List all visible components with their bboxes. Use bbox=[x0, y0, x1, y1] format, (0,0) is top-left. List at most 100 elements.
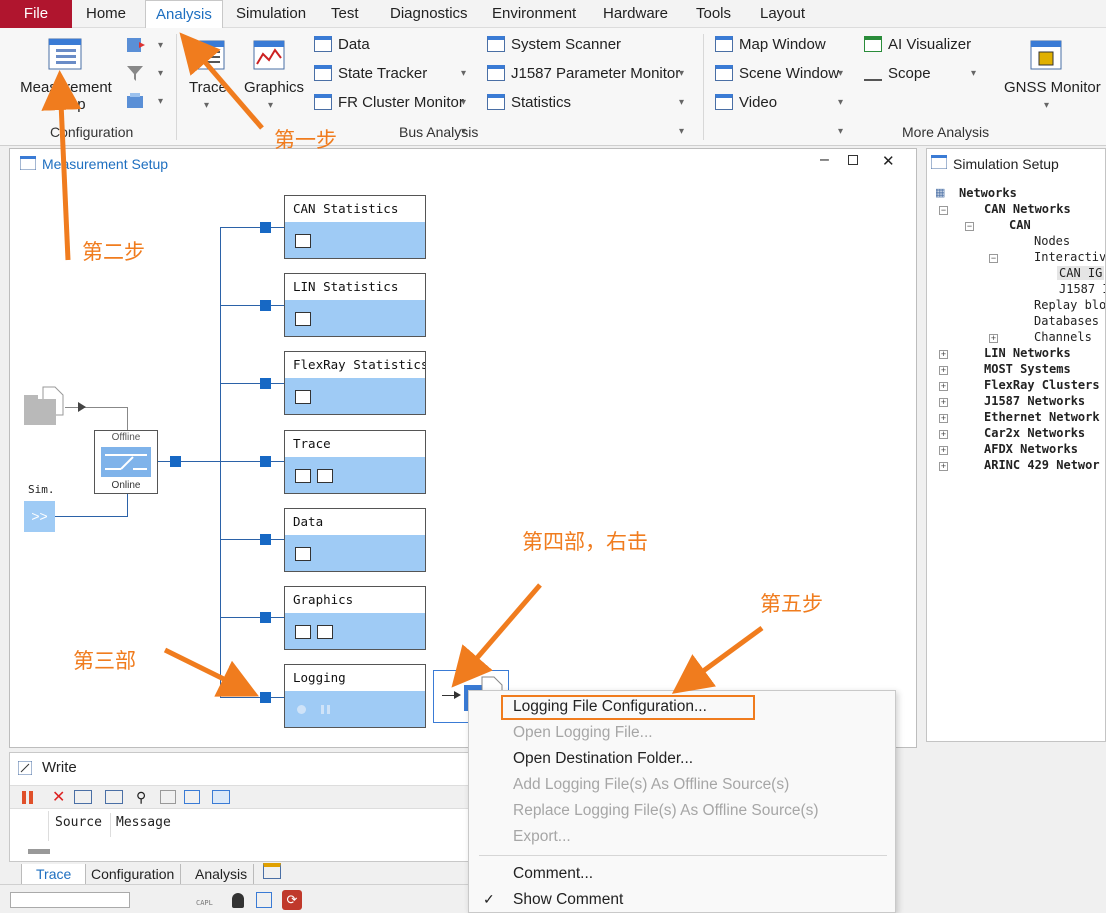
bottom-tab-analysis[interactable]: Analysis bbox=[189, 864, 255, 884]
menu-tab-diagnostics[interactable]: Diagnostics bbox=[380, 0, 478, 28]
expand-icon[interactable]: + bbox=[939, 430, 948, 439]
j1587-monitor-button[interactable]: J1587 Parameter Monitor bbox=[487, 65, 680, 82]
config-tool-1-icon[interactable]: ▾ bbox=[125, 36, 163, 58]
menu-tab-analysis[interactable]: Analysis bbox=[145, 0, 223, 29]
edit-icon[interactable] bbox=[256, 892, 272, 908]
bottom-tab-configuration[interactable]: Configuration bbox=[85, 864, 182, 884]
scrollbar-thumb[interactable] bbox=[28, 849, 50, 854]
lin-statistics-block[interactable]: LIN Statistics bbox=[284, 273, 426, 337]
tree-arinc-networks[interactable]: ARINC 429 Networ bbox=[984, 458, 1100, 472]
tree-replay[interactable]: Replay bloc bbox=[1034, 298, 1105, 312]
graphics-block[interactable]: Graphics bbox=[284, 586, 426, 650]
offline-source-icon[interactable] bbox=[23, 385, 65, 432]
expand-icon[interactable]: + bbox=[939, 462, 948, 471]
menu-tab-layout[interactable]: Layout bbox=[750, 0, 815, 28]
tree-interactive[interactable]: Interactive bbox=[1034, 250, 1105, 264]
menu-comment[interactable]: Comment... bbox=[513, 865, 593, 883]
can-statistics-node[interactable] bbox=[260, 222, 271, 233]
tree-databases[interactable]: Databases bbox=[1034, 314, 1099, 328]
filter-icon[interactable]: ▾ bbox=[125, 64, 163, 86]
graphics-button[interactable]: Graphics bbox=[244, 79, 304, 96]
fr-cluster-monitor-button[interactable]: FR Cluster Monitor bbox=[314, 94, 464, 111]
menu-tab-file[interactable]: File bbox=[0, 0, 72, 28]
system-scanner-button[interactable]: System Scanner bbox=[487, 36, 621, 53]
expand-icon[interactable]: + bbox=[939, 350, 948, 359]
offline-online-switch[interactable]: Offline Online bbox=[94, 430, 158, 494]
config-tool-3-icon[interactable]: ▾ bbox=[125, 92, 163, 114]
graphics-node[interactable] bbox=[260, 612, 271, 623]
tree-can-ig[interactable]: CAN IG bbox=[1057, 266, 1105, 280]
expand-icon[interactable]: + bbox=[939, 382, 948, 391]
close-button[interactable]: ✕ bbox=[882, 152, 895, 170]
map-window-button[interactable]: Map Window bbox=[715, 36, 826, 53]
tree-nodes[interactable]: Nodes bbox=[1034, 234, 1070, 248]
expand-icon[interactable]: + bbox=[939, 446, 948, 455]
tree-j1587[interactable]: J1587 I bbox=[1059, 282, 1105, 296]
trace-node[interactable] bbox=[260, 456, 271, 467]
database-icon[interactable] bbox=[232, 893, 244, 908]
bottom-tab-trace[interactable]: Trace bbox=[21, 864, 87, 884]
menu-tab-environment[interactable]: Environment bbox=[482, 0, 586, 28]
status-input[interactable] bbox=[10, 892, 130, 908]
source-column-header[interactable]: Source bbox=[55, 815, 102, 830]
maximize-button[interactable] bbox=[848, 155, 858, 165]
collapse-icon[interactable]: − bbox=[965, 222, 974, 231]
clear-filtered-icon[interactable] bbox=[74, 790, 92, 804]
menu-add-logging-files[interactable]: Add Logging File(s) As Offline Source(s) bbox=[513, 776, 789, 794]
refresh-icon[interactable]: ⟳ bbox=[282, 890, 302, 910]
tree-afdx-networks[interactable]: AFDX Networks bbox=[984, 442, 1078, 456]
menu-logging-file-configuration[interactable]: Logging File Configuration... bbox=[513, 698, 707, 716]
measurement-setup-button[interactable]: Measurement Setup bbox=[20, 79, 112, 113]
tree-most-systems[interactable]: MOST Systems bbox=[984, 362, 1071, 376]
export-icon[interactable] bbox=[184, 790, 200, 804]
collapse-icon[interactable]: − bbox=[939, 206, 948, 215]
tree-can[interactable]: CAN bbox=[1009, 218, 1031, 232]
menu-open-logging-file[interactable]: Open Logging File... bbox=[513, 724, 653, 742]
gnss-monitor-button[interactable]: GNSS Monitor bbox=[1004, 79, 1101, 96]
expand-icon[interactable]: + bbox=[939, 414, 948, 423]
menu-tab-home[interactable]: Home bbox=[76, 0, 136, 28]
scope-button[interactable]: Scope bbox=[864, 65, 931, 82]
tree-can-networks[interactable]: CAN Networks bbox=[984, 202, 1071, 216]
menu-tab-tools[interactable]: Tools bbox=[686, 0, 741, 28]
trace-button[interactable]: Trace bbox=[189, 79, 227, 96]
expand-icon[interactable]: + bbox=[939, 398, 948, 407]
expand-icon[interactable]: + bbox=[989, 334, 998, 343]
data-node[interactable] bbox=[260, 534, 271, 545]
menu-export[interactable]: Export... bbox=[513, 828, 571, 846]
flexray-statistics-block[interactable]: FlexRay Statistics bbox=[284, 351, 426, 415]
expand-icon[interactable]: + bbox=[939, 366, 948, 375]
pause-icon[interactable] bbox=[22, 791, 26, 804]
tree-car2x-networks[interactable]: Car2x Networks bbox=[984, 426, 1085, 440]
tree-channels[interactable]: Channels bbox=[1034, 330, 1092, 344]
state-tracker-button[interactable]: State Tracker bbox=[314, 65, 427, 82]
statistics-button[interactable]: Statistics bbox=[487, 94, 571, 111]
collapse-icon[interactable]: − bbox=[989, 254, 998, 263]
tree-ethernet-network[interactable]: Ethernet Network bbox=[984, 410, 1100, 424]
scene-window-button[interactable]: Scene Window bbox=[715, 65, 839, 82]
data-block[interactable]: Data bbox=[284, 508, 426, 572]
flexray-statistics-node[interactable] bbox=[260, 378, 271, 389]
minimize-button[interactable]: – bbox=[820, 151, 829, 169]
menu-show-comment[interactable]: Show Comment bbox=[513, 891, 623, 909]
sim-source-button[interactable]: >> bbox=[24, 501, 55, 532]
menu-tab-hardware[interactable]: Hardware bbox=[593, 0, 678, 28]
switch-output-node[interactable] bbox=[170, 456, 181, 467]
logging-node[interactable] bbox=[260, 692, 271, 703]
tree-flexray-clusters[interactable]: FlexRay Clusters bbox=[984, 378, 1100, 392]
delete-icon[interactable] bbox=[105, 790, 123, 804]
video-button[interactable]: Video bbox=[715, 94, 777, 111]
clear-icon[interactable]: ✕ bbox=[52, 787, 65, 807]
trace-block[interactable]: Trace bbox=[284, 430, 426, 494]
config-icon[interactable] bbox=[212, 790, 230, 804]
menu-tab-test[interactable]: Test bbox=[321, 0, 369, 28]
message-column-header[interactable]: Message bbox=[116, 815, 171, 830]
new-page-icon[interactable] bbox=[263, 863, 281, 879]
tree-lin-networks[interactable]: LIN Networks bbox=[984, 346, 1071, 360]
menu-replace-logging-files[interactable]: Replace Logging File(s) As Offline Sourc… bbox=[513, 802, 819, 820]
menu-open-destination-folder[interactable]: Open Destination Folder... bbox=[513, 750, 693, 768]
logging-block[interactable]: Logging bbox=[284, 664, 426, 728]
find-icon[interactable]: ⚲ bbox=[136, 789, 146, 806]
data-button[interactable]: Data bbox=[314, 36, 370, 53]
tree-networks[interactable]: Networks bbox=[959, 186, 1017, 200]
